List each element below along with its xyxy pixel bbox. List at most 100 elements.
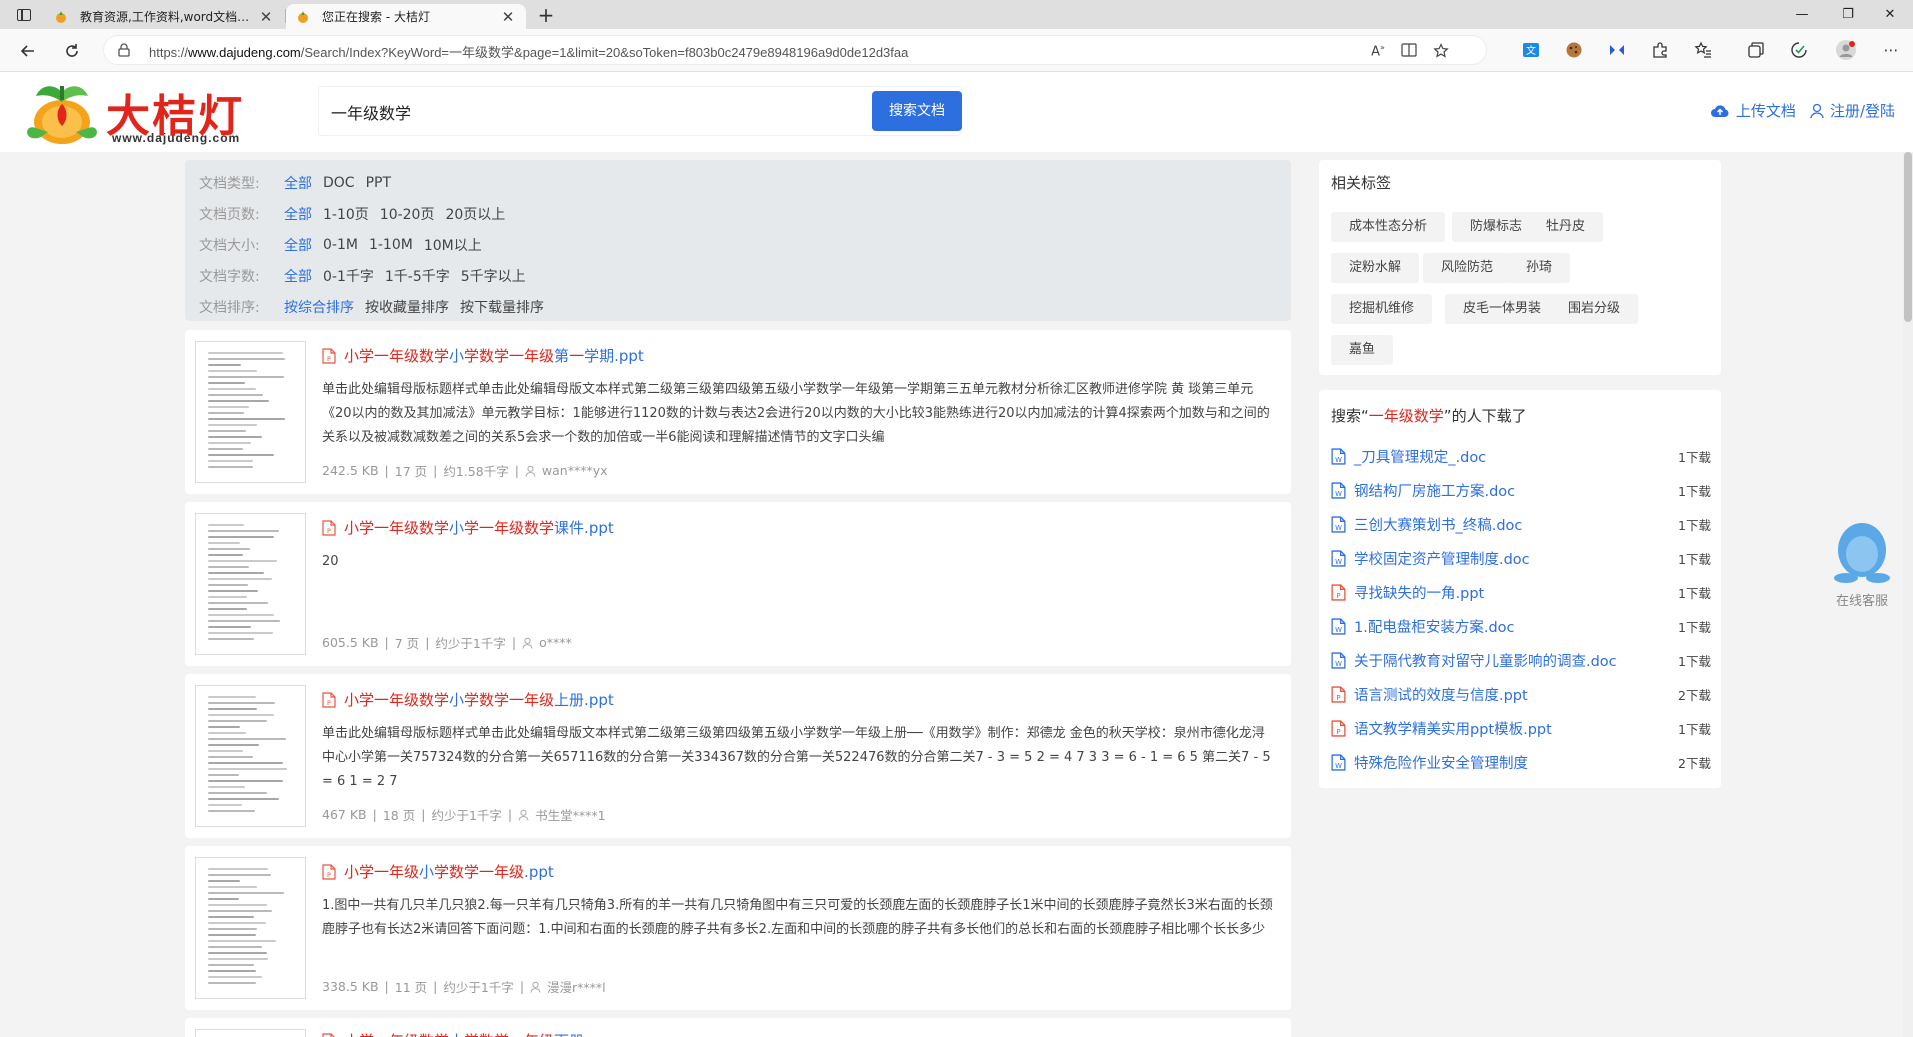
favorite-star-icon[interactable] <box>1432 43 1450 59</box>
result-item-partial: P 小学一年级数学小学数学一年级下册 <box>185 1018 1291 1037</box>
site-logo[interactable]: 大桔灯 www.dajudeng.com <box>22 78 282 148</box>
page-scrollbar[interactable] <box>1903 152 1913 1037</box>
title-segment: 小 <box>449 519 465 537</box>
new-tab-button[interactable]: + <box>534 4 558 28</box>
filter-option[interactable]: 1千-5千字 <box>385 266 450 286</box>
lock-icon[interactable] <box>118 43 130 57</box>
download-item[interactable]: W 特殊危险作业安全管理制度 2下载 <box>1331 750 1711 774</box>
document-thumbnail[interactable] <box>195 857 306 999</box>
separator: | <box>511 635 517 650</box>
document-thumbnail[interactable] <box>195 1029 306 1037</box>
download-item[interactable]: W 钢结构厂房施工方案.doc 1下载 <box>1331 478 1711 502</box>
filter-option[interactable]: 全部 <box>284 266 312 286</box>
filter-option[interactable]: 0-1M <box>323 237 358 253</box>
filter-option[interactable]: PPT <box>366 175 391 191</box>
related-tag[interactable]: 皮毛一体男装 <box>1445 294 1560 324</box>
url-text[interactable]: https://www.dajudeng.com/Search/Index?Ke… <box>149 42 908 61</box>
title-segment: 小学一年级数学 <box>344 691 450 709</box>
settings-more-icon[interactable]: ⋯ <box>1879 38 1903 62</box>
related-tag[interactable]: 成本性态分析 <box>1331 212 1446 242</box>
filter-option[interactable]: DOC <box>323 175 355 191</box>
download-item[interactable]: W 关于隔代教育对留守儿童影响的调查.doc 1下载 <box>1331 648 1711 672</box>
related-tag[interactable]: 挖掘机维修 <box>1331 294 1433 324</box>
download-item[interactable]: W 学校固定资产管理制度.doc 1下载 <box>1331 546 1711 570</box>
related-tag[interactable]: 嘉鱼 <box>1331 335 1394 365</box>
title-segment: 学数学一年级 <box>464 1030 554 1037</box>
filter-option[interactable]: 1-10页 <box>323 204 369 224</box>
browser-tab-1[interactable]: 教育资源,工作资料,word文档,课件 ✕ <box>44 4 284 29</box>
related-tags-title: 相关标签 <box>1331 174 1392 192</box>
filter-option[interactable]: 20页以上 <box>445 204 505 224</box>
related-tag[interactable]: 围岩分级 <box>1550 294 1639 324</box>
result-title-link[interactable]: P 小学一年级数学小学数学一年级下册 <box>322 1030 584 1037</box>
related-tag[interactable]: 淀粉水解 <box>1331 253 1420 283</box>
translate-extension-icon[interactable]: 文 <box>1519 38 1543 62</box>
login-link[interactable]: 注册/登陆 <box>1810 100 1895 121</box>
profile-avatar-icon[interactable] <box>1834 38 1858 62</box>
online-service-widget[interactable]: 在线客服 <box>1822 514 1902 614</box>
browser-essentials-icon[interactable] <box>1787 38 1811 62</box>
filter-option[interactable]: 全部 <box>284 204 312 224</box>
download-item[interactable]: P 语言测试的效度与信度.ppt 2下载 <box>1331 682 1711 706</box>
result-title-link[interactable]: P 小学一年级小学数学一年级 .ppt <box>322 861 554 882</box>
refresh-icon[interactable] <box>58 37 86 65</box>
download-count: 1下载 <box>1678 517 1711 533</box>
close-tab-icon[interactable]: ✕ <box>258 8 274 26</box>
scrollbar-thumb[interactable] <box>1904 152 1912 322</box>
filter-row: 文档页数: 全部 1-10页 10-20页 20页以上 <box>199 198 1277 229</box>
thumbnail-line <box>208 732 247 734</box>
filter-option[interactable]: 按综合排序 <box>284 297 354 317</box>
collections-icon[interactable] <box>1744 38 1768 62</box>
upload-link[interactable]: 上传文档 <box>1710 100 1796 121</box>
download-item[interactable]: W 三创大赛策划书_终稿.doc 1下载 <box>1331 512 1711 536</box>
file-size: 467 KB <box>322 807 367 822</box>
related-tag[interactable]: 风险防范 <box>1423 253 1512 283</box>
search-input[interactable] <box>331 97 851 127</box>
address-bar[interactable]: https://www.dajudeng.com/Search/Index?Ke… <box>103 35 1487 65</box>
filter-option[interactable]: 按下载量排序 <box>460 297 544 317</box>
result-title-link[interactable]: P 小学一年级数学小学一年级数学 课件.ppt <box>322 517 614 538</box>
download-item[interactable]: P 寻找缺失的一角.ppt 1下载 <box>1331 580 1711 604</box>
related-tag[interactable]: 孙琦 <box>1508 253 1571 283</box>
thumbnail-line <box>208 406 249 408</box>
search-button[interactable]: 搜索文档 <box>872 91 962 131</box>
minimize-button[interactable]: — <box>1779 0 1825 29</box>
split-extension-icon[interactable] <box>1605 38 1629 62</box>
document-thumbnail[interactable] <box>195 685 306 827</box>
favorites-list-icon[interactable] <box>1691 38 1715 62</box>
filter-option[interactable]: 5千字以上 <box>461 266 526 286</box>
browser-toolbar: https://www.dajudeng.com/Search/Index?Ke… <box>0 29 1913 72</box>
extensions-puzzle-icon[interactable] <box>1648 38 1672 62</box>
thumbnail-line <box>208 934 257 936</box>
close-tab-icon[interactable]: ✕ <box>500 8 516 26</box>
close-window-button[interactable]: ✕ <box>1867 0 1913 29</box>
download-item[interactable]: W 1.配电盘柜安装方案.doc 1下载 <box>1331 614 1711 638</box>
thumbnail-line <box>208 940 276 942</box>
document-thumbnail[interactable] <box>195 341 306 483</box>
browser-tab-bar: 教育资源,工作资料,word文档,课件 ✕ 您正在搜索 - 大桔灯 ✕ + — … <box>0 0 1913 29</box>
related-tag[interactable]: 防爆标志 <box>1452 212 1541 242</box>
download-item[interactable]: W _刀具管理规定_.doc 1下载 <box>1331 444 1711 468</box>
browser-tab-2-active[interactable]: 您正在搜索 - 大桔灯 ✕ <box>286 4 526 29</box>
filter-option[interactable]: 全部 <box>284 235 312 255</box>
filter-option[interactable]: 1-10M <box>369 237 413 253</box>
related-tag[interactable]: 牡丹皮 <box>1528 212 1604 242</box>
read-aloud-icon[interactable]: A» <box>1369 43 1387 59</box>
site-header: 大桔灯 www.dajudeng.com 搜索文档 上传文档 注册/登陆 <box>0 72 1913 152</box>
svg-text:W: W <box>1335 489 1342 497</box>
download-item[interactable]: P 语文教学精美实用ppt模板.ppt 1下载 <box>1331 716 1711 740</box>
filter-option[interactable]: 0-1千字 <box>323 266 374 286</box>
tab-actions-icon[interactable] <box>10 5 38 25</box>
filter-option[interactable]: 全部 <box>284 173 312 193</box>
reader-view-icon[interactable] <box>1400 43 1418 59</box>
result-title-link[interactable]: P 小学一年级数学小学数学一年级 上册.ppt <box>322 689 614 710</box>
back-arrow-icon[interactable] <box>14 37 42 65</box>
cookie-extension-icon[interactable] <box>1562 38 1586 62</box>
result-title-link[interactable]: P 小学一年级数学小学数学一年级第一学期.ppt <box>322 345 644 366</box>
filter-option[interactable]: 10M以上 <box>424 235 482 255</box>
restore-button[interactable]: ❐ <box>1825 0 1871 29</box>
filter-option[interactable]: 10-20页 <box>380 204 435 224</box>
filter-option[interactable]: 按收藏量排序 <box>365 297 449 317</box>
thumbnail-line <box>208 696 256 698</box>
document-thumbnail[interactable] <box>195 513 306 655</box>
